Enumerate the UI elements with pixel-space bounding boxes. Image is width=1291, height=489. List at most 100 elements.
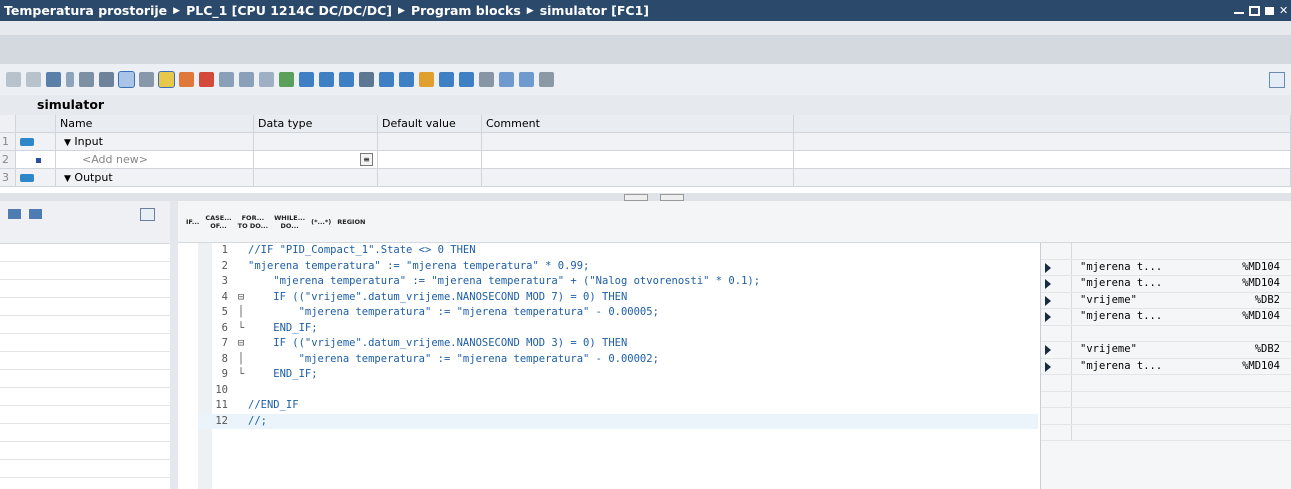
collapse-arrow-icon[interactable]: ▼: [64, 174, 71, 184]
expand-arrow-icon[interactable]: [1045, 345, 1051, 355]
bookmark-next-icon[interactable]: [399, 72, 414, 87]
list-icon[interactable]: [99, 72, 114, 87]
reference-row[interactable]: "mjerena t... %MD104: [1041, 276, 1291, 293]
outdent-icon[interactable]: [319, 72, 334, 87]
reference-address: %MD104: [1242, 310, 1280, 322]
comment-icon[interactable]: [259, 72, 274, 87]
block-name: simulator: [37, 97, 105, 112]
splitter-up-handle[interactable]: [624, 194, 648, 201]
editor-toolbar: [0, 64, 1291, 95]
code-line[interactable]: 5 │ "mjerena temperatura" := "mjerena tem…: [198, 305, 1038, 321]
breadcrumb: Temperatura prostorije ▶ PLC_1 [CPU 1214…: [0, 3, 649, 18]
code-line[interactable]: 6 └ END_IF;: [198, 321, 1038, 337]
fold-marker-icon[interactable]: ⊟: [234, 290, 248, 306]
network-icon[interactable]: [479, 72, 494, 87]
memory-icon[interactable]: [539, 72, 554, 87]
data-type-dropdown-icon[interactable]: ≡: [360, 153, 373, 166]
panel-toggle-icon[interactable]: [1269, 72, 1285, 88]
code-line[interactable]: 2 "mjerena temperatura" := "mjerena tempe…: [198, 259, 1038, 275]
reference-row[interactable]: "mjerena t... %MD104: [1041, 259, 1291, 276]
uncomment-icon[interactable]: [279, 72, 294, 87]
comment-block-button[interactable]: (*...*): [311, 218, 331, 226]
reference-row[interactable]: [1041, 424, 1291, 441]
while-button[interactable]: WHILE... DO...: [274, 214, 305, 230]
splitter-down-handle[interactable]: [660, 194, 684, 201]
code-text: "mjerena temperatura" := "mjerena temper…: [248, 306, 659, 318]
list-view-icon[interactable]: [8, 209, 21, 219]
add-new-field[interactable]: <Add new>: [60, 153, 148, 166]
tag-info-icon[interactable]: [139, 72, 154, 87]
code-line[interactable]: 9 └ END_IF;: [198, 367, 1038, 383]
compare-offline-icon[interactable]: [519, 72, 534, 87]
call-env-icon[interactable]: [239, 72, 254, 87]
fold-marker-icon[interactable]: ⊟: [234, 336, 248, 352]
float-icon[interactable]: [1249, 5, 1260, 16]
expand-arrow-icon[interactable]: [1045, 295, 1051, 306]
reference-row[interactable]: "mjerena t... %MD104: [1041, 358, 1291, 375]
columns-icon[interactable]: [359, 72, 374, 87]
reference-row[interactable]: "mjerena t... %MD104: [1041, 309, 1291, 326]
breadcrumb-block[interactable]: simulator [FC1]: [540, 3, 649, 18]
favorites-icon[interactable]: [158, 71, 175, 88]
code-line[interactable]: 12 //;: [198, 413, 1038, 429]
insert-row-icon[interactable]: [46, 72, 61, 87]
if-button[interactable]: IF...: [186, 218, 199, 226]
call-icon[interactable]: [219, 72, 234, 87]
expand-arrow-icon[interactable]: [1045, 361, 1051, 372]
code-line[interactable]: 11 //END_IF: [198, 398, 1038, 414]
column-header-comment[interactable]: Comment: [482, 115, 794, 132]
expand-arrow-icon[interactable]: [1045, 279, 1051, 289]
expand-icon[interactable]: [66, 72, 74, 87]
bookmark-icon[interactable]: [379, 72, 394, 87]
maximize-icon[interactable]: [1265, 6, 1274, 15]
column-header-data-type[interactable]: Data type: [254, 115, 378, 132]
reference-row[interactable]: [1041, 243, 1291, 260]
column-header-name[interactable]: Name: [56, 115, 254, 132]
region-button[interactable]: REGION: [337, 218, 365, 226]
reference-row[interactable]: "vrijeme" %DB2: [1041, 342, 1291, 359]
reference-row[interactable]: [1041, 408, 1291, 425]
column-header-default-value[interactable]: Default value: [378, 115, 482, 132]
reference-row[interactable]: "vrijeme" %DB2: [1041, 292, 1291, 309]
step-icon[interactable]: [439, 72, 454, 87]
code-line[interactable]: 10: [198, 383, 1038, 399]
width-toggle-icon[interactable]: [140, 208, 155, 221]
instruction-panel: [0, 201, 171, 489]
tree-view-icon[interactable]: [29, 209, 42, 219]
row-number: 3: [0, 169, 16, 186]
delete-network-icon[interactable]: [26, 72, 41, 87]
breakpoint-icon[interactable]: [419, 72, 434, 87]
reference-row[interactable]: [1041, 375, 1291, 392]
step-over-icon[interactable]: [459, 72, 474, 87]
absolute-operands-icon[interactable]: [118, 71, 135, 88]
reference-row[interactable]: [1041, 391, 1291, 408]
for-button[interactable]: FOR... TO DO...: [238, 214, 268, 230]
breadcrumb-plc[interactable]: PLC_1 [CPU 1214C DC/DC/DC]: [186, 3, 392, 18]
breadcrumb-project[interactable]: Temperatura prostorije: [4, 3, 167, 18]
monitor-off-icon[interactable]: [199, 72, 214, 87]
minimize-icon[interactable]: [1234, 7, 1244, 14]
case-button[interactable]: CASE... OF...: [205, 214, 231, 230]
expand-arrow-icon[interactable]: [1045, 262, 1051, 273]
reference-row[interactable]: [1041, 325, 1291, 342]
table-row[interactable]: 3 ▼ Output: [0, 169, 1291, 187]
code-line[interactable]: 1 //IF "PID_Compact_1".State <> 0 THEN: [198, 243, 1038, 259]
table-row[interactable]: 1 ▼ Input: [0, 133, 1291, 151]
indent-icon[interactable]: [299, 72, 314, 87]
table-row[interactable]: 2 <Add new> ≡: [0, 151, 1291, 169]
splitter[interactable]: [0, 193, 1291, 201]
code-line[interactable]: 8 │ "mjerena temperatura" := "mjerena tem…: [198, 352, 1038, 368]
monitor-icon[interactable]: [179, 72, 194, 87]
code-area[interactable]: 1 //IF "PID_Compact_1".State <> 0 THEN 2 "m…: [198, 243, 1038, 429]
insert-network-icon[interactable]: [6, 72, 21, 87]
collapse-arrow-icon[interactable]: ▼: [64, 138, 71, 148]
code-line[interactable]: 3 "mjerena temperatura" := "mjerena temp…: [198, 274, 1038, 290]
code-line[interactable]: 4 ⊟ IF (("vrijeme".datum_vrijeme.NANOSECO…: [198, 290, 1038, 306]
breadcrumb-program-blocks[interactable]: Program blocks: [411, 3, 521, 18]
expand-arrow-icon[interactable]: [1045, 312, 1051, 322]
code-line[interactable]: 7 ⊟ IF (("vrijeme".datum_vrijeme.NANOSECO…: [198, 336, 1038, 352]
goto-icon[interactable]: [79, 72, 94, 87]
close-icon[interactable]: ✕: [1279, 5, 1289, 16]
align-icon[interactable]: [339, 72, 354, 87]
compare-icon[interactable]: [499, 72, 514, 87]
